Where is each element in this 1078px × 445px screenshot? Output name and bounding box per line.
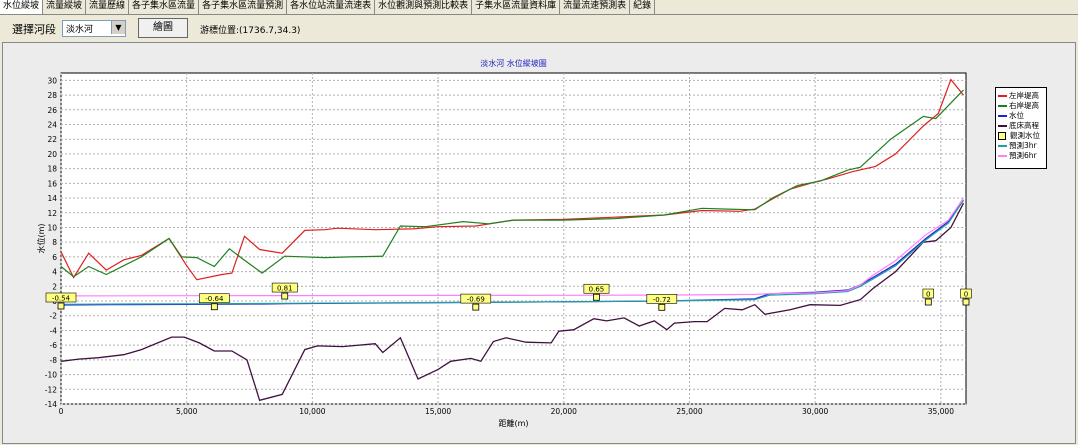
x-tick-label: 0 [59, 407, 64, 416]
legend-item: 預測3hr [998, 141, 1037, 150]
observed-marker [593, 293, 600, 301]
y-tick-label: 26 [47, 106, 57, 115]
y-tick-label: 22 [47, 135, 57, 144]
y-tick-label: 16 [47, 179, 57, 188]
y-tick-label: 12 [47, 209, 57, 218]
legend-item: 水位 [998, 111, 1024, 120]
observed-data-label: -0.54 [52, 294, 71, 302]
legend-swatch [998, 155, 1007, 157]
legend-swatch [998, 95, 1007, 97]
legend-item: 左岸堤高 [998, 91, 1039, 100]
legend-label: 預測3hr [1009, 141, 1037, 150]
y-axis-label: 水位(m) [36, 223, 46, 253]
chart-legend: 左岸堤高 右岸堤高 水位 底床高程 觀測水位 預測3hr 預測6hr [995, 87, 1047, 169]
y-tick-label: 14 [47, 194, 57, 203]
observed-marker [962, 298, 970, 306]
observed-marker [472, 303, 480, 311]
y-tick-label: -4 [50, 326, 58, 335]
y-tick-label: 30 [47, 76, 57, 85]
chart-svg: -14-12-10-8-6-4-202468101214161820222426… [36, 58, 972, 428]
legend-swatch [998, 125, 1007, 127]
x-axis-label: 距離(m) [498, 418, 528, 428]
y-tick-label: 8 [52, 238, 57, 247]
legend-swatch [998, 132, 1006, 140]
observed-data-label: -0.69 [467, 296, 485, 304]
legend-label: 底床高程 [1009, 121, 1039, 130]
y-tick-label: 24 [47, 120, 57, 129]
legend-label: 左岸堤高 [1009, 91, 1039, 100]
y-tick-label: 18 [47, 165, 57, 174]
plot-area [60, 72, 967, 405]
legend-item: 右岸堤高 [998, 101, 1039, 110]
observed-marker [57, 302, 65, 310]
observed-marker [924, 298, 932, 306]
y-tick-label: -2 [50, 312, 58, 321]
legend-label: 觀測水位 [1010, 131, 1040, 140]
legend-label: 預測6hr [1009, 151, 1037, 160]
observed-data-label: -0.64 [205, 295, 224, 303]
x-tick-label: 30,000 [802, 407, 828, 416]
observed-marker [210, 303, 218, 311]
y-tick-label: 2 [52, 282, 57, 291]
observed-marker [281, 292, 289, 300]
x-tick-label: 15,000 [425, 407, 451, 416]
observed-marker [658, 303, 666, 311]
y-tick-label: -8 [50, 356, 58, 365]
legend-label: 右岸堤高 [1009, 101, 1039, 110]
chart-title: 淡水河 水位縱坡圖 [480, 58, 547, 68]
x-tick-label: 35,000 [928, 407, 954, 416]
y-tick-label: 6 [52, 253, 57, 262]
y-tick-label: 10 [47, 223, 57, 232]
legend-label: 水位 [1009, 111, 1024, 120]
y-tick-label: -10 [45, 371, 57, 380]
y-tick-label: -14 [45, 400, 57, 409]
x-tick-label: 25,000 [676, 407, 702, 416]
x-tick-label: 10,000 [299, 407, 325, 416]
legend-swatch [998, 145, 1007, 147]
x-tick-label: 20,000 [551, 407, 577, 416]
legend-item: 預測6hr [998, 151, 1037, 160]
legend-item: 底床高程 [998, 121, 1039, 130]
observed-data-label: 0 [964, 291, 968, 299]
legend-swatch [998, 115, 1007, 117]
y-tick-label: -12 [45, 385, 57, 394]
y-tick-label: 4 [52, 268, 57, 277]
legend-swatch [998, 105, 1007, 107]
observed-data-label: -0.72 [653, 296, 671, 304]
legend-item: 觀測水位 [998, 131, 1040, 140]
y-tick-label: -6 [50, 341, 58, 350]
observed-data-label: 0.81 [277, 285, 293, 293]
observed-data-label: 0 [926, 291, 930, 299]
observed-data-label: 0.65 [589, 286, 605, 294]
y-tick-label: 28 [47, 91, 57, 100]
x-tick-label: 5,000 [176, 407, 198, 416]
y-tick-label: 20 [47, 150, 57, 159]
